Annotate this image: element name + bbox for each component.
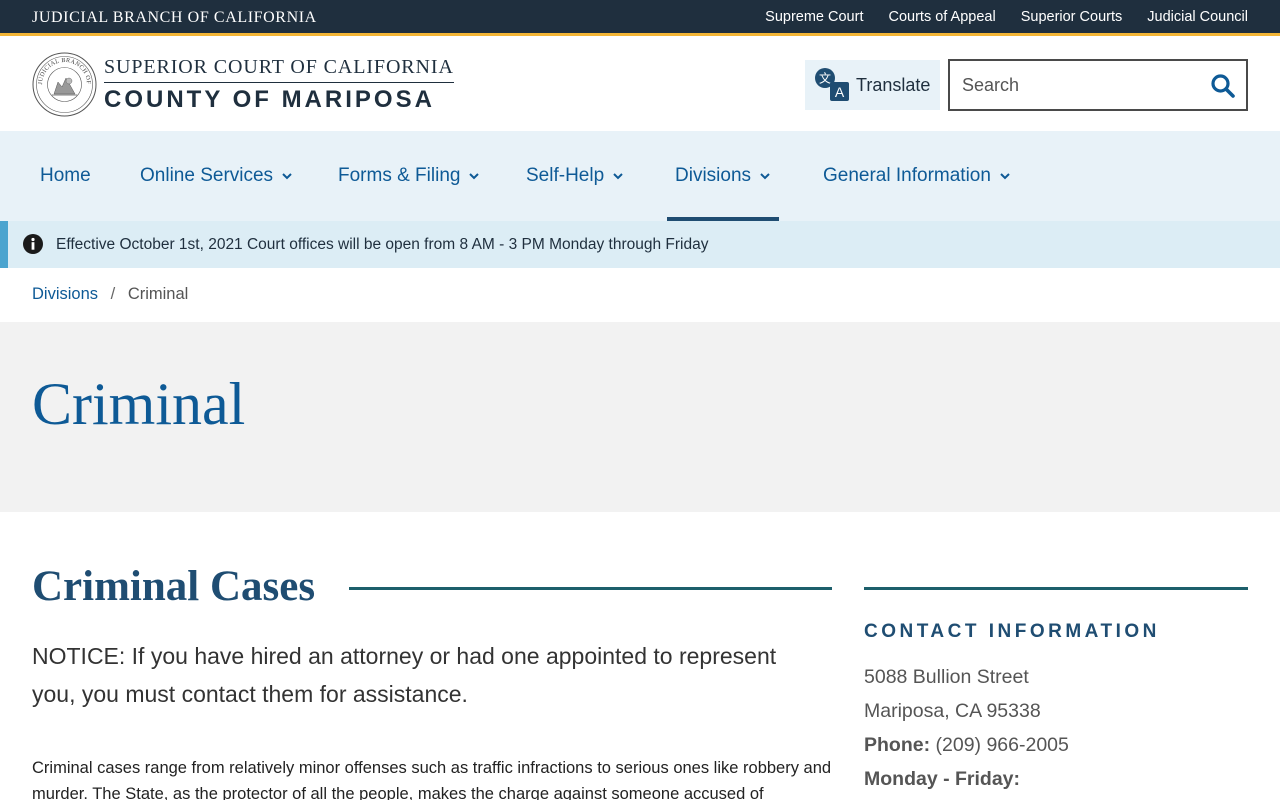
top-link-supreme-court[interactable]: Supreme Court — [765, 9, 863, 25]
court-name-line1: SUPERIOR COURT OF CALIFORNIA — [104, 56, 454, 83]
nav-item-online-services[interactable]: Online Services — [140, 131, 293, 221]
court-name-line2: COUNTY OF MARIPOSA — [104, 86, 435, 113]
page-hero: Criminal — [0, 322, 1280, 512]
chevron-down-icon — [613, 173, 623, 180]
translate-button[interactable]: 文 A Translate — [805, 60, 940, 110]
chevron-down-icon — [1000, 173, 1010, 180]
sidebar-divider — [864, 587, 1248, 590]
breadcrumb-separator: / — [110, 285, 116, 303]
top-link-courts-of-appeal[interactable]: Courts of Appeal — [888, 9, 995, 25]
chevron-down-icon — [760, 173, 770, 180]
breadcrumb-link-divisions[interactable]: Divisions — [32, 285, 98, 303]
site-header: JUDICIAL BRANCH OF CALIFORNIA SUPERIOR C… — [0, 39, 1280, 131]
search-icon[interactable] — [1210, 73, 1236, 99]
contact-phone: Phone: (209) 966-2005 — [864, 734, 1069, 757]
svg-text:A: A — [835, 84, 845, 100]
nav-item-label: Forms & Filing — [338, 165, 461, 186]
search-input[interactable] — [962, 73, 1202, 97]
breadcrumb-current: Criminal — [127, 285, 189, 303]
criminal-cases-description: Criminal cases range from relatively min… — [32, 759, 832, 800]
contact-information-heading: CONTACT INFORMATION — [864, 621, 1160, 642]
judicial-branch-brand[interactable]: JUDICIAL BRANCH OF CALIFORNIA — [32, 9, 317, 27]
page-title: Criminal — [32, 371, 246, 437]
contact-hours: Monday - Friday: — [864, 768, 1020, 791]
contact-address-line2: Mariposa, CA 95338 — [864, 700, 1041, 722]
top-link-judicial-council[interactable]: Judicial Council — [1147, 9, 1248, 25]
nav-item-self-help[interactable]: Self-Help — [526, 131, 624, 221]
search-box — [948, 59, 1248, 111]
top-utility-bar: JUDICIAL BRANCH OF CALIFORNIA Supreme Co… — [0, 0, 1280, 36]
nav-item-label: Self-Help — [526, 165, 605, 186]
nav-item-label: General Information — [823, 165, 991, 186]
main-navigation: Home Online Services Forms & Filing Self… — [0, 131, 1280, 221]
alert-text: Effective October 1st, 2021 Court office… — [56, 236, 709, 253]
svg-text:文: 文 — [819, 71, 831, 86]
alert-banner: Effective October 1st, 2021 Court office… — [0, 221, 1280, 268]
translate-label: Translate — [856, 75, 931, 95]
nav-item-home[interactable]: Home — [40, 131, 91, 221]
attorney-notice: NOTICE: If you have hired an attorney or… — [32, 643, 777, 707]
translate-icon: 文 A — [815, 68, 849, 101]
nav-item-divisions[interactable]: Divisions — [666, 131, 780, 221]
chevron-down-icon — [282, 173, 292, 180]
contact-address-line1: 5088 Bullion Street — [864, 666, 1029, 688]
contact-hours-label: Monday - Friday: — [864, 768, 1021, 790]
breadcrumb: Divisions / Criminal — [32, 285, 188, 304]
contact-phone-label: Phone: — [864, 734, 931, 756]
top-links: Supreme Court Courts of Appeal Superior … — [765, 9, 1248, 25]
nav-item-general-information[interactable]: General Information — [823, 131, 1011, 221]
info-icon — [23, 234, 43, 254]
court-seal-logo[interactable]: JUDICIAL BRANCH OF CALIFORNIA — [32, 52, 97, 117]
nav-item-label: Online Services — [140, 165, 274, 186]
section-title: Criminal Cases — [32, 563, 316, 610]
court-name[interactable]: SUPERIOR COURT OF CALIFORNIA COUNTY OF M… — [104, 56, 454, 114]
contact-phone-value[interactable]: (209) 966-2005 — [936, 734, 1069, 756]
chevron-down-icon — [469, 173, 480, 180]
nav-item-forms-filing[interactable]: Forms & Filing — [338, 131, 480, 221]
nav-item-label: Home — [40, 165, 91, 186]
top-link-superior-courts[interactable]: Superior Courts — [1021, 9, 1123, 25]
nav-item-label: Divisions — [675, 165, 752, 186]
section-title-divider — [349, 587, 832, 590]
